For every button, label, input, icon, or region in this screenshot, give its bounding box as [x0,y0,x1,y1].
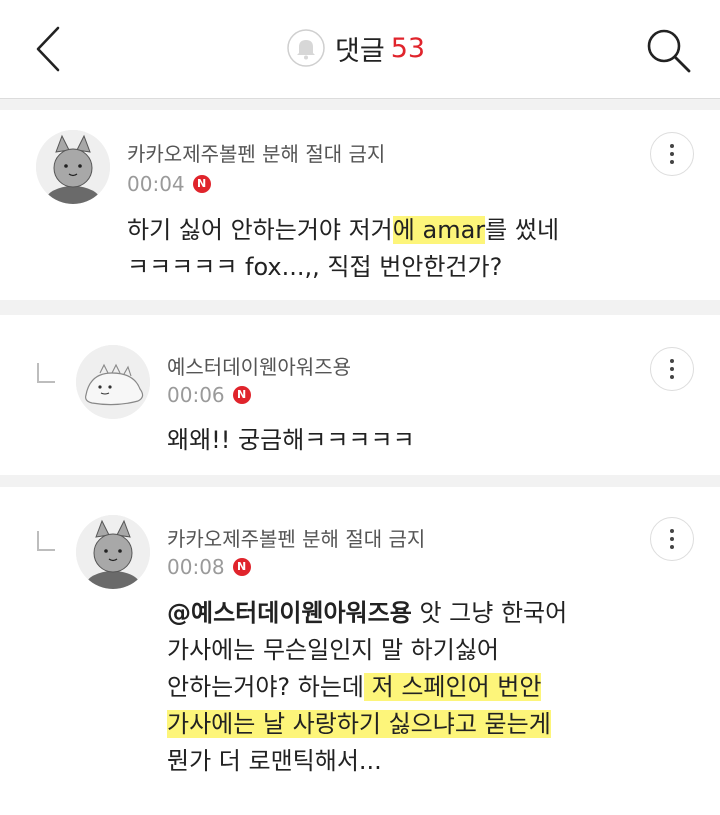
chevron-left-icon [36,26,60,72]
comment-timestamp: 00:06 [167,383,225,407]
comment-author[interactable]: 예스터데이웬아워즈용 [167,351,351,380]
comment-time: 00:08 N [167,555,251,579]
comment-time: 00:04 N [127,172,211,196]
comment-body: 하기 싫어 안하는거야 저거에 amar를 썼네 ㅋㅋㅋㅋㅋ fox...,, … [127,212,559,286]
reply-indicator-icon [37,363,55,383]
comment-line: 가사에는 무슨일인지 말 하기싫어 [167,636,500,664]
bell-icon[interactable] [287,29,325,67]
comment-author[interactable]: 카카오제주볼펜 분해 절대 금지 [127,138,385,167]
avatar[interactable] [36,130,110,204]
search-icon [647,29,691,73]
comment-author[interactable]: 카카오제주볼펜 분해 절대 금지 [167,523,425,552]
cat-avatar-icon [76,515,150,589]
new-badge: N [232,558,251,576]
user-mention-link[interactable]: @예스터데이웬아워즈용 [167,599,412,627]
more-vertical-icon [670,144,674,168]
search-button[interactable] [644,26,692,74]
more-vertical-icon [670,359,674,383]
comment-line: @예스터데이웬아워즈용 앗 그냥 한국어 [167,599,568,627]
comment-line: 가사에는 날 사랑하기 싫으냐고 묻는게 [167,706,567,743]
dino-avatar-icon [76,345,150,419]
comment-line: 하기 싫어 안하는거야 저거에 amar를 썼네 [127,216,560,244]
reply-item: 예스터데이웬아워즈용 00:06 N 왜왜!! 궁금해ㅋㅋㅋㅋㅋ [0,315,720,475]
more-options-button[interactable] [650,132,694,176]
comment-body: @예스터데이웬아워즈용 앗 그냥 한국어 가사에는 무슨일인지 말 하기싫어 안… [167,595,567,780]
new-badge: N [232,386,251,404]
cat-avatar-icon [36,130,110,204]
highlighted-text: 저 스페인어 번안 [364,673,542,701]
reply-indicator-icon [37,531,55,551]
more-options-button[interactable] [650,347,694,391]
new-badge: N [192,175,211,193]
comment-count: 53 [390,32,426,64]
comment-line: ㅋㅋㅋㅋㅋ fox...,, 직접 번안한건가? [127,253,503,281]
highlighted-text: 가사에는 날 사랑하기 싫으냐고 묻는게 [167,710,551,738]
comment-timestamp: 00:04 [127,172,185,196]
top-bar: 댓글 53 [0,0,720,99]
comment-timestamp: 00:08 [167,555,225,579]
more-options-button[interactable] [650,517,694,561]
highlighted-text: 에 amar [392,216,486,244]
avatar[interactable] [76,515,150,589]
comment-line: 뭔가 더 로맨틱해서... [167,747,382,775]
back-button[interactable] [30,24,70,74]
page-title: 댓글 [335,35,385,67]
avatar[interactable] [76,345,150,419]
comment-line: 왜왜!! 궁금해ㅋㅋㅋㅋㅋ [167,426,415,454]
reply-item: 카카오제주볼펜 분해 절대 금지 00:08 N @예스터데이웬아워즈용 앗 그… [0,487,720,815]
comment-item: 카카오제주볼펜 분해 절대 금지 00:04 N 하기 싫어 안하는거야 저거에… [0,110,720,300]
page-title-group: 댓글 53 [287,28,425,68]
more-vertical-icon [670,529,674,553]
comment-line: 안하는거야? 하는데 저 스페인어 번안 [167,673,542,701]
comment-time: 00:06 N [167,383,251,407]
comment-body: 왜왜!! 궁금해ㅋㅋㅋㅋㅋ [167,422,415,459]
